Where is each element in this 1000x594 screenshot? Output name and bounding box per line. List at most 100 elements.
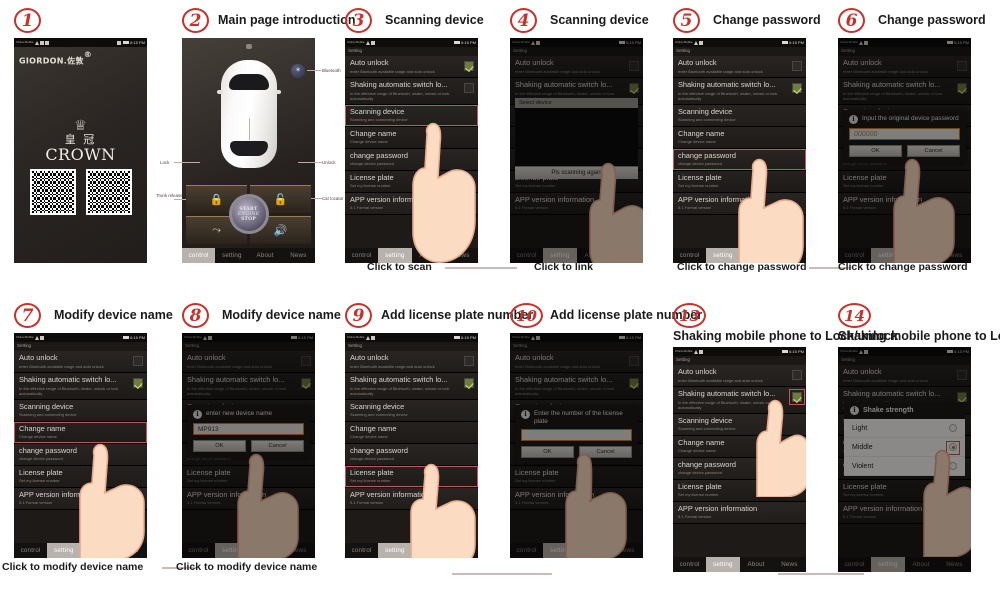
checkbox-auto-unlock[interactable]: [133, 356, 143, 366]
tab-news[interactable]: News: [445, 248, 478, 263]
tab-control[interactable]: control: [345, 543, 378, 558]
setting-row-change-name[interactable]: Change name Change device name: [345, 126, 478, 149]
tab-control[interactable]: control: [673, 248, 706, 263]
checkbox-auto-unlock[interactable]: [792, 61, 802, 71]
tab-about[interactable]: About: [412, 543, 445, 558]
setting-row-license-plate[interactable]: License plate Set my license number: [838, 479, 971, 502]
tab-news[interactable]: News: [938, 557, 971, 572]
license-plate-input[interactable]: [521, 429, 632, 441]
tab-about[interactable]: About: [249, 543, 282, 558]
checkbox-auto-unlock[interactable]: [792, 370, 802, 380]
setting-row-license-plate[interactable]: License plate Set my license number: [673, 170, 806, 193]
select-device-list[interactable]: [515, 108, 638, 166]
device-name-cancel-button[interactable]: Cancel: [251, 440, 304, 452]
checkbox-shaking[interactable]: [957, 392, 967, 402]
checkbox-auto-unlock[interactable]: [629, 61, 639, 71]
tab-about[interactable]: About: [412, 248, 445, 263]
shake-option-light[interactable]: Light: [844, 419, 965, 438]
checkbox-auto-unlock[interactable]: [629, 356, 639, 366]
setting-row-change-password[interactable]: change password change device password: [345, 148, 478, 171]
tab-news[interactable]: News: [938, 248, 971, 263]
setting-row-auto-unlock[interactable]: Auto unlock enter Bluetooth available ra…: [838, 365, 971, 387]
setting-row-app-version[interactable]: APP version information 5.1 Formal versi…: [14, 487, 147, 510]
tab-control[interactable]: control: [182, 248, 216, 263]
tab-about[interactable]: About: [577, 248, 610, 263]
setting-row-auto-unlock[interactable]: Auto unlock enter Bluetooth available ra…: [673, 56, 806, 78]
radio-light[interactable]: [949, 424, 957, 432]
pls-scanning-again-button[interactable]: Pls scanning again: [515, 166, 638, 179]
device-name-ok-button[interactable]: OK: [193, 440, 246, 452]
checkbox-shaking[interactable]: [629, 378, 639, 388]
radio-violent[interactable]: [949, 462, 957, 470]
checkbox-shaking[interactable]: [133, 378, 143, 388]
tab-setting[interactable]: setting: [47, 543, 81, 558]
setting-row-app-version[interactable]: APP version information 5.1 Formal versi…: [510, 192, 643, 215]
setting-row-license-plate[interactable]: License plate Set my license number: [14, 465, 147, 488]
setting-row-auto-unlock[interactable]: Auto unlock enter Bluetooth available ra…: [345, 56, 478, 78]
password-cancel-button[interactable]: Cancel: [907, 145, 960, 157]
tab-control[interactable]: control: [673, 557, 706, 572]
license-plate-ok-button[interactable]: OK: [521, 446, 574, 458]
checkbox-shaking[interactable]: [464, 378, 474, 388]
tab-setting[interactable]: setting: [543, 248, 577, 263]
checkbox-shaking[interactable]: [301, 378, 311, 388]
setting-row-app-version[interactable]: APP version information 5.1 Formal versi…: [838, 501, 971, 524]
tab-setting[interactable]: setting: [871, 248, 905, 263]
tab-news[interactable]: News: [445, 543, 478, 558]
shake-option-middle[interactable]: Middle: [844, 438, 965, 457]
setting-row-auto-unlock[interactable]: Auto unlock enter Bluetooth available ra…: [838, 56, 971, 78]
setting-row-scanning-device[interactable]: Scanning device Scanning and connecting …: [673, 104, 806, 127]
setting-row-shaking[interactable]: Shaking automatic switch lo... In the ef…: [345, 78, 478, 105]
setting-row-app-version[interactable]: APP version information 5.1 Formal versi…: [345, 192, 478, 215]
tab-control[interactable]: control: [510, 543, 543, 558]
checkbox-shaking[interactable]: [792, 83, 802, 93]
setting-row-change-name[interactable]: Change name Change device name: [14, 421, 147, 444]
tab-about[interactable]: About: [249, 248, 282, 263]
setting-row-shaking[interactable]: Shaking automatic switch lo... In the ef…: [673, 387, 806, 414]
shake-option-violent[interactable]: Violent: [844, 457, 965, 476]
setting-row-app-version[interactable]: APP version information 5.1 Formal versi…: [510, 487, 643, 510]
setting-row-scanning-device[interactable]: Scanning device Scanning and connecting …: [345, 104, 478, 127]
setting-row-scanning-device[interactable]: Scanning device Scanning and connecting …: [14, 399, 147, 422]
password-input[interactable]: 000000: [849, 128, 960, 140]
tab-news[interactable]: News: [282, 543, 315, 558]
setting-row-auto-unlock[interactable]: Auto unlock enter Bluetooth available ra…: [345, 351, 478, 373]
setting-row-scanning-device[interactable]: Scanning device Scanning and connecting …: [345, 399, 478, 422]
tab-setting[interactable]: setting: [378, 543, 412, 558]
checkbox-auto-unlock[interactable]: [464, 61, 474, 71]
setting-row-shaking[interactable]: Shaking automatic switch lo... In the ef…: [510, 373, 643, 400]
device-name-input[interactable]: MP913: [193, 423, 304, 435]
tab-about[interactable]: About: [905, 248, 938, 263]
setting-row-shaking[interactable]: Shaking automatic switch lo... In the ef…: [838, 78, 971, 105]
checkbox-shaking[interactable]: [464, 83, 474, 93]
setting-row-license-plate[interactable]: License plate Set my license number: [510, 465, 643, 488]
setting-row-change-password[interactable]: change password change device password: [673, 457, 806, 480]
setting-row-license-plate[interactable]: License plate Set my license number: [838, 170, 971, 193]
checkbox-auto-unlock[interactable]: [957, 370, 967, 380]
tab-news[interactable]: News: [114, 543, 147, 558]
tab-about[interactable]: About: [905, 557, 938, 572]
setting-row-app-version[interactable]: APP version information 5.1 Formal versi…: [673, 501, 806, 524]
setting-row-app-version[interactable]: APP version information 5.1 Formal versi…: [345, 487, 478, 510]
setting-row-shaking[interactable]: Shaking automatic switch lo... In the ef…: [14, 373, 147, 400]
tab-control[interactable]: control: [510, 248, 543, 263]
setting-row-app-version[interactable]: APP version information 5.1 Formal versi…: [673, 192, 806, 215]
tab-about[interactable]: About: [577, 543, 610, 558]
tab-news[interactable]: News: [610, 543, 643, 558]
tab-control[interactable]: control: [838, 557, 871, 572]
tab-setting[interactable]: setting: [215, 248, 248, 263]
setting-row-change-name[interactable]: Change name Change device name: [345, 421, 478, 444]
tab-news[interactable]: News: [610, 248, 643, 263]
setting-row-auto-unlock[interactable]: Auto unlock enter Bluetooth available ra…: [510, 56, 643, 78]
setting-row-change-password[interactable]: change password change device password: [673, 148, 806, 171]
setting-row-change-password[interactable]: change password change device password: [345, 443, 478, 466]
tab-news[interactable]: News: [773, 248, 806, 263]
checkbox-shaking[interactable]: [629, 83, 639, 93]
checkbox-auto-unlock[interactable]: [301, 356, 311, 366]
setting-row-change-name[interactable]: Change name Change device name: [673, 126, 806, 149]
tab-control[interactable]: control: [345, 248, 378, 263]
tab-setting[interactable]: setting: [215, 543, 249, 558]
password-ok-button[interactable]: OK: [849, 145, 902, 157]
setting-row-change-password[interactable]: change password change device password: [14, 443, 147, 466]
tab-about[interactable]: About: [740, 557, 773, 572]
